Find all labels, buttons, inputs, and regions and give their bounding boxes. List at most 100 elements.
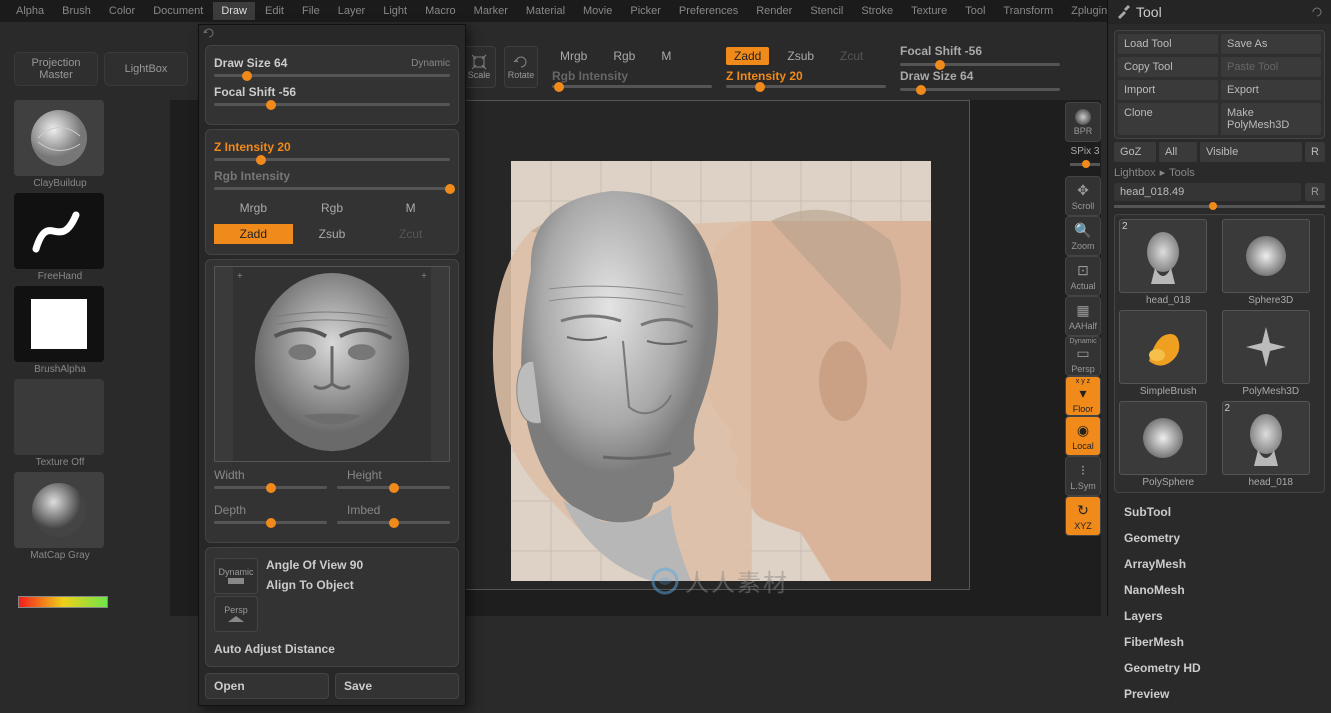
goz-visible-button[interactable]: Visible <box>1200 142 1302 162</box>
tool-cell-head_018[interactable]: 2head_018 <box>1119 219 1218 306</box>
texture-thumb[interactable]: Texture Off <box>14 379 106 468</box>
rgb-intensity-slider[interactable] <box>552 85 712 88</box>
paste-tool-button[interactable]: Paste Tool <box>1221 57 1321 77</box>
menu-render[interactable]: Render <box>748 2 800 20</box>
width-slider[interactable] <box>214 486 327 489</box>
save-button[interactable]: Save <box>335 673 459 699</box>
brush-thumb[interactable]: ClayBuildup <box>14 100 106 189</box>
scale-button[interactable]: Scale <box>462 46 496 88</box>
menu-stencil[interactable]: Stencil <box>802 2 851 20</box>
tool-cell-polymesh3d[interactable]: PolyMesh3D <box>1222 310 1321 397</box>
tool-cell-simplebrush[interactable]: SimpleBrush <box>1119 310 1218 397</box>
menu-movie[interactable]: Movie <box>575 2 620 20</box>
mrgb-row[interactable]: MrgbRgbM <box>214 198 450 218</box>
menu-macro[interactable]: Macro <box>417 2 464 20</box>
draw-size-slider[interactable] <box>900 88 1060 91</box>
menu-layer[interactable]: Layer <box>330 2 374 20</box>
tool-cell-polysphere[interactable]: PolySphere <box>1119 401 1218 488</box>
alpha-thumb[interactable]: BrushAlpha <box>14 286 106 375</box>
goz-r-button[interactable]: R <box>1305 142 1325 162</box>
goz-button[interactable]: GoZ <box>1114 142 1156 162</box>
brush-preview[interactable]: + + <box>214 266 450 462</box>
refresh-icon[interactable] <box>203 27 215 39</box>
menu-color[interactable]: Color <box>101 2 143 20</box>
align-button[interactable]: Align To Object <box>266 578 363 592</box>
auto-adjust-button[interactable]: Auto Adjust Distance <box>214 642 335 656</box>
subpanel-list: SubToolGeometryArrayMeshNanoMeshLayersFi… <box>1114 499 1325 707</box>
subpanel-subtool[interactable]: SubTool <box>1114 499 1325 525</box>
menu-alpha[interactable]: Alpha <box>8 2 52 20</box>
projection-master-button[interactable]: Projection Master <box>14 52 98 86</box>
floor-icon[interactable]: x y z▾Floor <box>1065 376 1101 416</box>
z-intensity-slider-panel[interactable] <box>214 158 450 161</box>
rotate-button[interactable]: Rotate <box>504 46 538 88</box>
actual-icon[interactable]: ⊡Actual <box>1065 256 1101 296</box>
aahalf-icon[interactable]: ▦AAHalf <box>1065 296 1101 336</box>
subpanel-geometry-hd[interactable]: Geometry HD <box>1114 655 1325 681</box>
save-as-button[interactable]: Save As <box>1221 34 1321 54</box>
menu-marker[interactable]: Marker <box>466 2 516 20</box>
rgb-intensity-slider-panel[interactable] <box>214 187 450 190</box>
open-button[interactable]: Open <box>205 673 329 699</box>
rgb-toggles[interactable]: Mrgb Rgb M <box>552 47 712 65</box>
export-button[interactable]: Export <box>1221 80 1321 100</box>
menu-document[interactable]: Document <box>145 2 211 20</box>
scroll-icon[interactable]: ✥Scroll <box>1065 176 1101 216</box>
bpr-button[interactable]: BPR <box>1065 102 1101 142</box>
lsym-icon[interactable]: ⁝L.Sym <box>1065 456 1101 496</box>
aov-slider[interactable]: Angle Of View 90 <box>266 558 363 572</box>
focal-slider-panel[interactable] <box>214 103 450 106</box>
menu-draw[interactable]: Draw <box>213 2 255 20</box>
subpanel-fibermesh[interactable]: FiberMesh <box>1114 629 1325 655</box>
goz-all-button[interactable]: All <box>1159 142 1197 162</box>
menu-material[interactable]: Material <box>518 2 573 20</box>
menu-light[interactable]: Light <box>375 2 415 20</box>
persp-toggle[interactable]: Persp <box>214 596 258 632</box>
menu-brush[interactable]: Brush <box>54 2 99 20</box>
dynamic-toggle[interactable]: Dynamic <box>214 558 258 594</box>
zoom-icon[interactable]: 🔍Zoom <box>1065 216 1101 256</box>
xyz-icon[interactable]: ↻XYZ <box>1065 496 1101 536</box>
material-thumb[interactable]: MatCap Gray <box>14 472 106 561</box>
spix-slider[interactable]: SPix 3 <box>1065 146 1105 157</box>
subpanel-preview[interactable]: Preview <box>1114 681 1325 707</box>
draw-size-slider-panel[interactable] <box>214 74 450 77</box>
copy-tool-button[interactable]: Copy Tool <box>1118 57 1218 77</box>
draw-palette[interactable]: Draw Size 64Dynamic Focal Shift -56 Z In… <box>198 24 466 706</box>
stroke-thumb[interactable]: FreeHand <box>14 193 106 282</box>
r-button[interactable]: R <box>1305 183 1325 201</box>
subpanel-layers[interactable]: Layers <box>1114 603 1325 629</box>
subpanel-arraymesh[interactable]: ArrayMesh <box>1114 551 1325 577</box>
subpanel-nanomesh[interactable]: NanoMesh <box>1114 577 1325 603</box>
menu-transform[interactable]: Transform <box>995 2 1061 20</box>
menu-file[interactable]: File <box>294 2 328 20</box>
color-gradient[interactable] <box>18 596 108 608</box>
z-intensity-slider[interactable] <box>726 85 886 88</box>
import-button[interactable]: Import <box>1118 80 1218 100</box>
z-toggles[interactable]: Zadd Zsub Zcut <box>726 47 886 65</box>
menu-tool[interactable]: Tool <box>957 2 993 20</box>
local-icon[interactable]: ◉Local <box>1065 416 1101 456</box>
menu-picker[interactable]: Picker <box>622 2 669 20</box>
subpanel-geometry[interactable]: Geometry <box>1114 525 1325 551</box>
tool-cell-head_018[interactable]: 2head_018 <box>1222 401 1321 488</box>
zadd-row[interactable]: ZaddZsubZcut <box>214 224 450 244</box>
height-slider[interactable] <box>337 486 450 489</box>
imbed-slider[interactable] <box>337 521 450 524</box>
current-tool-name[interactable]: head_018.49 <box>1114 183 1301 201</box>
refresh-icon[interactable] <box>1311 6 1323 18</box>
depth-slider[interactable] <box>214 521 327 524</box>
breadcrumb[interactable]: Lightbox▸Tools <box>1114 166 1325 179</box>
menu-texture[interactable]: Texture <box>903 2 955 20</box>
tool-cell-sphere3d[interactable]: Sphere3D <box>1222 219 1321 306</box>
focal-shift-slider[interactable] <box>900 63 1060 66</box>
persp-icon[interactable]: Dynamic▭Persp <box>1065 336 1101 376</box>
menu-edit[interactable]: Edit <box>257 2 292 20</box>
menu-preferences[interactable]: Preferences <box>671 2 746 20</box>
make-polymesh-button[interactable]: Make PolyMesh3D <box>1221 103 1321 135</box>
lightbox-button[interactable]: LightBox <box>104 52 188 86</box>
load-tool-button[interactable]: Load Tool <box>1118 34 1218 54</box>
menu-stroke[interactable]: Stroke <box>853 2 901 20</box>
clone-button[interactable]: Clone <box>1118 103 1218 135</box>
tool-scroll-slider[interactable] <box>1114 205 1325 208</box>
